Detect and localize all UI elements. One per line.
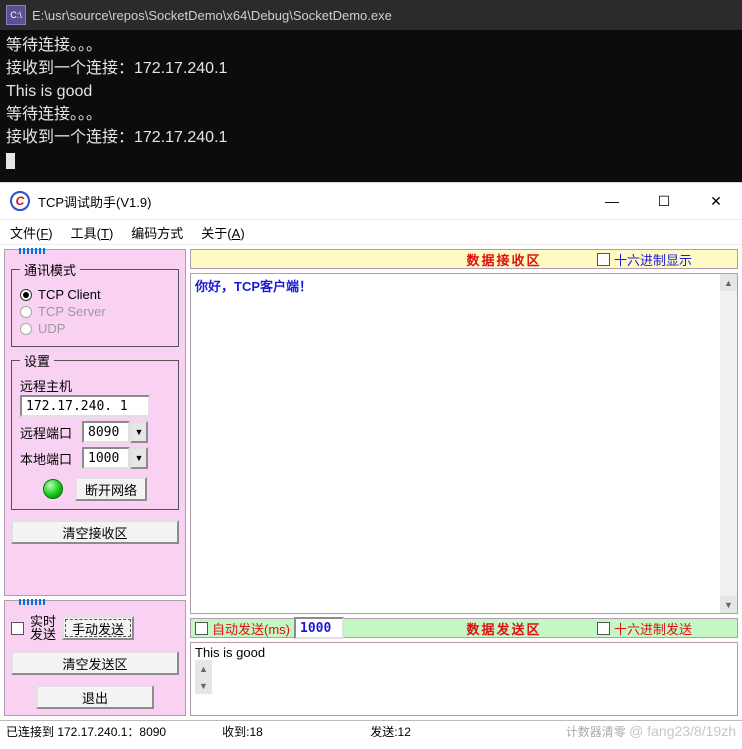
- remote-host-input[interactable]: [20, 395, 150, 417]
- menu-about[interactable]: 关于(A): [201, 223, 244, 242]
- auto-send-checkbox[interactable]: [195, 622, 208, 635]
- send-header-label: 数据发送区: [411, 619, 597, 638]
- local-port-input[interactable]: [82, 447, 130, 469]
- app-titlebar[interactable]: C TCP调试助手(V1.9) — ☐ ✕: [0, 183, 742, 219]
- menu-tools[interactable]: 工具(T): [71, 223, 114, 242]
- radio-dot-icon: [20, 289, 32, 301]
- recv-scrollbar[interactable]: ▲ ▼: [720, 274, 737, 613]
- connection-led-icon: [43, 479, 63, 499]
- watermark: @ fang23/8/19zh: [629, 723, 736, 739]
- menu-bar: 文件(F) 工具(T) 编码方式 关于(A): [0, 219, 742, 245]
- console-output: 等待连接。。。 接收到一个连接：172.17.240.1 This is goo…: [0, 30, 742, 182]
- remote-port-combo[interactable]: ▼: [82, 421, 148, 443]
- app-icon: C: [10, 191, 30, 211]
- scroll-up-icon[interactable]: ▲: [720, 274, 737, 291]
- remote-host-label: 远程主机: [20, 376, 170, 395]
- counter-reset-label[interactable]: 计数器清零: [566, 725, 626, 739]
- comm-mode-legend: 通讯模式: [20, 260, 80, 279]
- comm-mode-group: 通讯模式 TCP Client TCP Server UDP: [11, 260, 179, 347]
- panel-comb-icon: [19, 248, 45, 256]
- send-textarea[interactable]: This is good ▲ ▼: [190, 642, 738, 716]
- console-title-text: E:\usr\source\repos\SocketDemo\x64\Debug…: [32, 8, 392, 23]
- settings-legend: 设置: [20, 351, 54, 370]
- settings-group: 设置 远程主机 远程端口 ▼ 本地端口 ▼: [11, 351, 179, 510]
- radio-tcp-server[interactable]: TCP Server: [20, 304, 170, 319]
- local-port-combo[interactable]: ▼: [82, 447, 148, 469]
- radio-tcp-server-label: TCP Server: [38, 304, 106, 319]
- radio-udp-label: UDP: [38, 321, 65, 336]
- send-header-bar: 自动发送(ms) 数据发送区 十六进制发送: [190, 618, 738, 638]
- status-bar: 已连接到 172.17.240.1：8090 收到:18 发送:12 计数器清零…: [0, 720, 742, 742]
- send-hex-label: 十六进制发送: [614, 619, 692, 638]
- status-recv-count: 收到:18: [216, 723, 364, 740]
- auto-send-interval-input[interactable]: [294, 617, 344, 639]
- minimize-button[interactable]: —: [590, 186, 634, 216]
- radio-tcp-client[interactable]: TCP Client: [20, 287, 170, 302]
- chevron-down-icon[interactable]: ▼: [130, 447, 148, 469]
- left-panel-bottom: 实时 发送 手动发送 清空发送区 退出: [4, 600, 186, 716]
- app-title-text: TCP调试助手(V1.9): [38, 192, 151, 211]
- recv-hex-label: 十六进制显示: [614, 250, 692, 269]
- close-button[interactable]: ✕: [694, 186, 738, 216]
- console-icon: C:\: [6, 5, 26, 25]
- radio-off-icon: [20, 323, 32, 335]
- send-text-content: This is good: [195, 645, 265, 660]
- menu-file[interactable]: 文件(F): [10, 223, 53, 242]
- left-panel-top: 通讯模式 TCP Client TCP Server UDP: [4, 249, 186, 596]
- radio-off-icon: [20, 306, 32, 318]
- realtime-send-checkbox[interactable]: [11, 622, 24, 635]
- send-scrollbar[interactable]: ▲ ▼: [195, 660, 733, 694]
- local-port-label: 本地端口: [20, 449, 76, 468]
- chevron-down-icon[interactable]: ▼: [130, 421, 148, 443]
- auto-send-label: 自动发送(ms): [212, 619, 290, 638]
- maximize-button[interactable]: ☐: [642, 186, 686, 216]
- remote-port-input[interactable]: [82, 421, 130, 443]
- recv-header-bar: 数据接收区 十六进制显示: [190, 249, 738, 269]
- status-right: 计数器清零 @ fang23/8/19zh: [512, 723, 742, 740]
- recv-hex-checkbox[interactable]: [597, 253, 610, 266]
- exit-button[interactable]: 退出: [36, 685, 154, 709]
- status-send-count: 发送:12: [364, 723, 512, 740]
- disconnect-button[interactable]: 断开网络: [75, 477, 147, 501]
- remote-port-label: 远程端口: [20, 423, 76, 442]
- radio-tcp-client-label: TCP Client: [38, 287, 101, 302]
- radio-udp[interactable]: UDP: [20, 321, 170, 336]
- scroll-up-icon[interactable]: ▲: [195, 660, 212, 677]
- app-window: C TCP调试助手(V1.9) — ☐ ✕ 文件(F) 工具(T) 编码方式 关…: [0, 182, 742, 742]
- clear-send-button[interactable]: 清空发送区: [11, 651, 179, 675]
- menu-encoding[interactable]: 编码方式: [131, 223, 183, 242]
- realtime-send-label: 实时 发送: [30, 615, 56, 641]
- recv-header-label: 数据接收区: [411, 250, 597, 269]
- scroll-down-icon[interactable]: ▼: [720, 596, 737, 613]
- status-connection: 已连接到 172.17.240.1：8090: [0, 723, 216, 740]
- panel-comb-icon: [19, 599, 45, 607]
- recv-textarea[interactable]: 你好，TCP客户端！ ▲ ▼: [190, 273, 738, 614]
- recv-text-content: 你好，TCP客户端！: [195, 279, 312, 294]
- manual-send-button[interactable]: 手动发送: [62, 616, 134, 640]
- console-caret: [6, 153, 15, 169]
- clear-recv-button[interactable]: 清空接收区: [11, 520, 179, 544]
- scroll-down-icon[interactable]: ▼: [195, 677, 212, 694]
- send-hex-checkbox[interactable]: [597, 622, 610, 635]
- console-titlebar: C:\ E:\usr\source\repos\SocketDemo\x64\D…: [0, 0, 742, 30]
